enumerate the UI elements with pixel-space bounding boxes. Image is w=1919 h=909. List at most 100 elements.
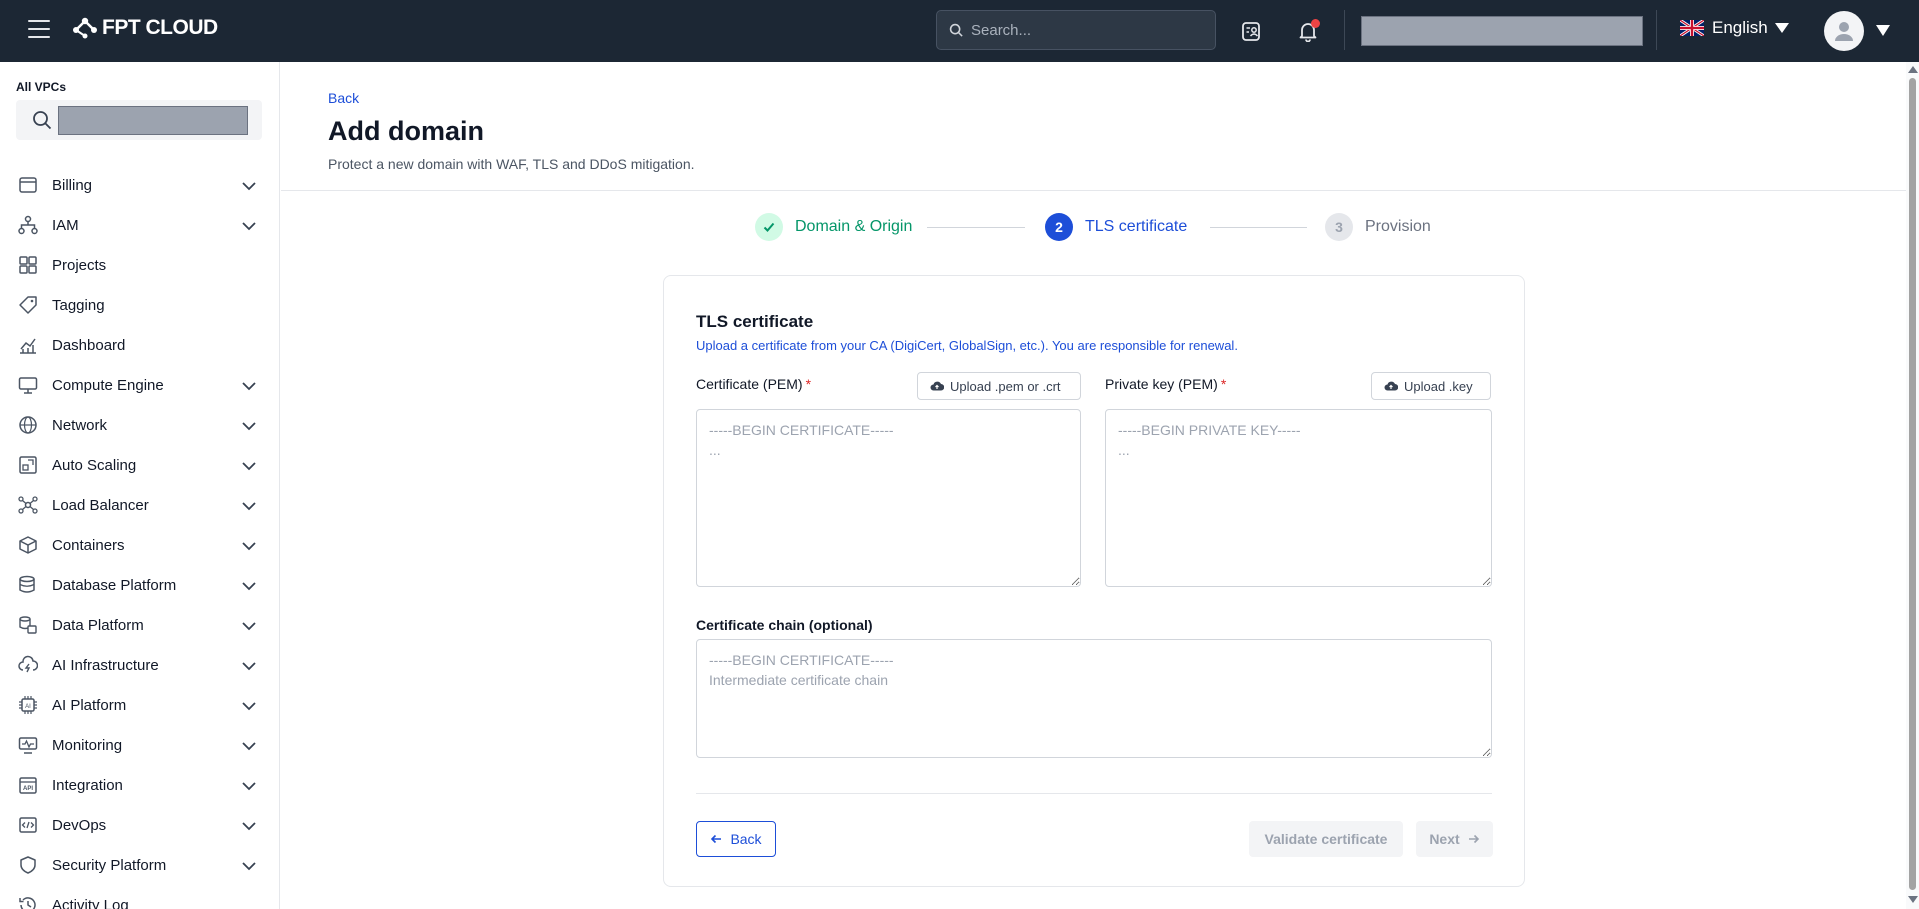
sidebar-item-load-balancer[interactable]: Load Balancer [0, 485, 279, 525]
sidebar-item-containers[interactable]: Containers [0, 525, 279, 565]
sidebar-item-ai-infrastructure[interactable]: AI Infrastructure [0, 645, 279, 685]
sidebar-item-auto-scaling[interactable]: Auto Scaling [0, 445, 279, 485]
chevron-down-icon [242, 702, 256, 711]
api-icon: API [17, 774, 39, 796]
sidebar-item-compute-engine[interactable]: Compute Engine [0, 365, 279, 405]
sidebar-item-label: Load Balancer [52, 496, 149, 514]
step-tls-certificate[interactable]: 2 TLS certificate [1045, 213, 1187, 241]
sidebar-item-activity-log[interactable]: Activity Log [0, 885, 279, 909]
dashboard-icon [17, 334, 39, 356]
card-description: Upload a certificate from your CA (DigiC… [696, 338, 1238, 353]
sidebar-item-label: Monitoring [52, 736, 123, 754]
scroll-up-icon[interactable] [1908, 66, 1918, 73]
certificate-textarea[interactable] [696, 409, 1081, 587]
sidebar-menu: Billing IAM Projects Tagging Dashboard C… [0, 165, 279, 909]
global-search[interactable] [936, 10, 1216, 50]
chevron-down-icon [242, 182, 256, 191]
chevron-down-icon [242, 502, 256, 511]
step-number: 3 [1325, 213, 1353, 241]
sidebar-item-label: Activity Log [52, 896, 129, 909]
chevron-down-icon [242, 582, 256, 591]
chevron-down-icon [242, 742, 256, 751]
auto-scaling-icon [17, 454, 39, 476]
page-scrollbar[interactable] [1906, 62, 1919, 909]
ai-infrastructure-icon [17, 654, 39, 676]
sidebar-item-label: Billing [52, 176, 93, 194]
sidebar-item-projects[interactable]: Projects [0, 245, 279, 285]
shield-icon [17, 854, 39, 876]
upload-private-key-label: Upload .key [1404, 378, 1473, 394]
page-title: Add domain [328, 116, 484, 146]
back-link[interactable]: Back [328, 90, 359, 106]
user-avatar[interactable] [1824, 11, 1864, 51]
sidebar-item-label: AI Platform [52, 696, 127, 714]
sidebar-item-integration[interactable]: API Integration [0, 765, 279, 805]
validate-certificate-button[interactable]: Validate certificate [1249, 821, 1403, 857]
sidebar-item-ai-platform[interactable]: AI AI Platform [0, 685, 279, 725]
cloud-upload-icon [930, 381, 944, 391]
svg-text:API: API [23, 786, 33, 792]
step-connector [1210, 227, 1307, 228]
certificate-label: Certificate (PEM) * [696, 376, 812, 392]
sidebar-item-dashboard[interactable]: Dashboard [0, 325, 279, 365]
redacted-account-info [1361, 16, 1643, 46]
upload-certificate-button[interactable]: Upload .pem or .crt [917, 372, 1081, 400]
search-icon [33, 111, 52, 130]
topbar-divider [1656, 10, 1657, 50]
upload-private-key-button[interactable]: Upload .key [1371, 372, 1491, 400]
step-domain-origin[interactable]: Domain & Origin [755, 213, 912, 241]
sidebar-item-network[interactable]: Network [0, 405, 279, 445]
brand-name: FPT CLOUD [102, 16, 218, 39]
certificate-chain-label: Certificate chain (optional) [696, 617, 873, 633]
sidebar-item-database-platform[interactable]: Database Platform [0, 565, 279, 605]
search-icon [949, 23, 963, 37]
chevron-down-icon [242, 662, 256, 671]
billing-icon [17, 174, 39, 196]
sidebar-item-tagging[interactable]: Tagging [0, 285, 279, 325]
sidebar-item-monitoring[interactable]: Monitoring [0, 725, 279, 765]
scroll-down-icon[interactable] [1908, 896, 1918, 903]
sidebar-item-label: IAM [52, 216, 79, 234]
topbar-divider [1344, 10, 1345, 50]
language-selector[interactable]: English [1680, 18, 1789, 38]
required-mark: * [805, 376, 812, 392]
sidebar-item-label: Network [52, 416, 108, 434]
user-menu-caret-icon[interactable] [1876, 25, 1890, 36]
arrow-left-icon [711, 834, 722, 844]
vpc-search[interactable] [16, 100, 262, 140]
sidebar-item-label: Containers [52, 536, 125, 554]
step-provision[interactable]: 3 Provision [1325, 213, 1431, 241]
svg-text:AI: AI [25, 704, 31, 710]
sidebar-item-label: Compute Engine [52, 376, 164, 394]
step-label: Domain & Origin [795, 218, 913, 235]
sidebar-item-data-platform[interactable]: Data Platform [0, 605, 279, 645]
chevron-down-icon [242, 782, 256, 791]
private-key-textarea[interactable] [1105, 409, 1492, 587]
sidebar-item-label: Dashboard [52, 336, 126, 354]
caret-down-icon [1774, 23, 1789, 33]
sidebar-item-label: DevOps [52, 816, 107, 834]
globe-icon [17, 414, 39, 436]
chevron-down-icon [242, 382, 256, 391]
tasks-icon-button[interactable] [1237, 17, 1265, 45]
monitoring-icon [17, 734, 39, 756]
brand-logo[interactable]: FPT CLOUD [72, 16, 218, 40]
back-button[interactable]: Back [696, 821, 776, 857]
chevron-down-icon [242, 462, 256, 471]
step-connector [927, 227, 1025, 228]
scroll-thumb[interactable] [1909, 78, 1916, 890]
data-platform-icon [17, 614, 39, 636]
notifications-button[interactable] [1294, 17, 1322, 45]
global-search-input[interactable] [971, 21, 1201, 39]
page-subtitle: Protect a new domain with WAF, TLS and D… [328, 156, 695, 172]
sidebar-item-billing[interactable]: Billing [0, 165, 279, 205]
hamburger-menu-icon[interactable] [28, 20, 50, 40]
next-button[interactable]: Next [1416, 821, 1493, 857]
load-balancer-icon [17, 494, 39, 516]
header-divider [281, 190, 1906, 191]
back-button-label: Back [730, 831, 762, 847]
sidebar-item-iam[interactable]: IAM [0, 205, 279, 245]
certificate-chain-textarea[interactable] [696, 639, 1492, 758]
sidebar-item-devops[interactable]: DevOps [0, 805, 279, 845]
sidebar-item-security-platform[interactable]: Security Platform [0, 845, 279, 885]
